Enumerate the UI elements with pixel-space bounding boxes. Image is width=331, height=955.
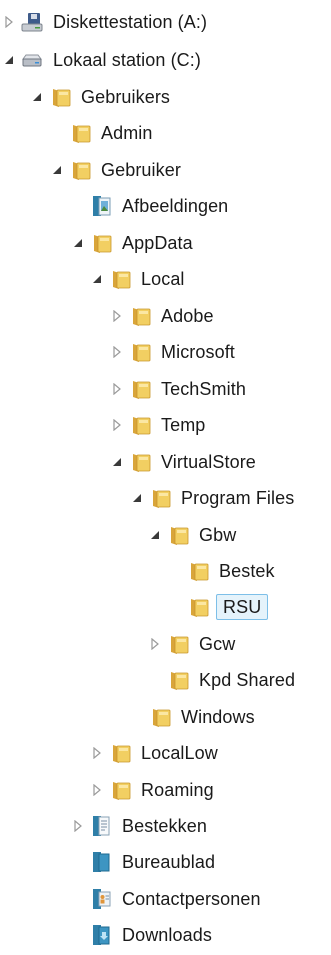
tree-item-gebruiker[interactable]: Gebruiker bbox=[50, 154, 184, 186]
contacts-library-icon bbox=[89, 887, 113, 911]
expand-arrow-icon[interactable] bbox=[90, 746, 104, 760]
collapse-arrow-icon[interactable] bbox=[2, 53, 16, 67]
tree-item-downloads[interactable]: Downloads bbox=[71, 919, 215, 951]
tree-item-label: Bestek bbox=[219, 561, 275, 581]
tree-item-lokaal-station[interactable]: Lokaal station (C:) bbox=[2, 44, 204, 76]
tree-item-locallow[interactable]: LocalLow bbox=[90, 737, 221, 769]
tree-item-diskettestation[interactable]: Diskettestation (A:) bbox=[2, 6, 210, 38]
tree-item-techsmith[interactable]: TechSmith bbox=[110, 373, 249, 405]
downloads-library-icon bbox=[89, 923, 113, 947]
folder-icon bbox=[186, 559, 210, 583]
tree-item-gbw[interactable]: Gbw bbox=[148, 519, 239, 551]
folder-icon bbox=[166, 668, 190, 692]
folder-icon bbox=[108, 741, 132, 765]
expand-arrow-icon[interactable] bbox=[2, 15, 16, 29]
tree-item-label: Downloads bbox=[122, 925, 212, 945]
folder-icon bbox=[166, 632, 190, 656]
expand-arrow-icon[interactable] bbox=[110, 345, 124, 359]
tree-item-label: Local bbox=[141, 269, 185, 289]
tree-item-label: TechSmith bbox=[161, 379, 246, 399]
tree-item-windows[interactable]: Windows bbox=[130, 701, 258, 733]
folder-icon bbox=[108, 778, 132, 802]
tree-item-label: VirtualStore bbox=[161, 452, 256, 472]
folder-icon bbox=[108, 267, 132, 291]
folder-icon bbox=[128, 377, 152, 401]
collapse-arrow-icon[interactable] bbox=[71, 236, 85, 250]
folder-icon bbox=[48, 85, 72, 109]
tree-item-label: Afbeeldingen bbox=[122, 196, 229, 216]
collapse-arrow-icon[interactable] bbox=[30, 90, 44, 104]
tree-item-label: Gbw bbox=[199, 525, 237, 545]
hard-drive-icon bbox=[20, 48, 44, 72]
folder-icon bbox=[128, 450, 152, 474]
collapse-arrow-icon[interactable] bbox=[110, 455, 124, 469]
tree-item-appdata[interactable]: AppData bbox=[71, 227, 196, 259]
tree-item-adobe[interactable]: Adobe bbox=[110, 300, 217, 332]
tree-item-label: Program Files bbox=[181, 488, 295, 508]
tree-item-label: Roaming bbox=[141, 780, 214, 800]
tree-item-label: Temp bbox=[161, 415, 206, 435]
collapse-arrow-icon[interactable] bbox=[90, 272, 104, 286]
tree-item-bureaublad[interactable]: Bureaublad bbox=[71, 846, 218, 878]
expand-arrow-icon[interactable] bbox=[148, 637, 162, 651]
tree-item-local[interactable]: Local bbox=[90, 263, 188, 295]
tree-item-admin[interactable]: Admin bbox=[50, 117, 156, 149]
tree-item-gebruikers[interactable]: Gebruikers bbox=[30, 81, 173, 113]
pictures-library-icon bbox=[89, 194, 113, 218]
folder-icon bbox=[166, 523, 190, 547]
folder-icon bbox=[89, 231, 113, 255]
tree-item-microsoft[interactable]: Microsoft bbox=[110, 336, 238, 368]
folder-icon bbox=[68, 158, 92, 182]
tree-item-kpd-shared[interactable]: Kpd Shared bbox=[148, 664, 298, 696]
tree-item-contactpersonen[interactable]: Contactpersonen bbox=[71, 883, 264, 915]
tree-item-label: AppData bbox=[122, 233, 193, 253]
folder-icon bbox=[128, 413, 152, 437]
tree-item-label: Kpd Shared bbox=[199, 670, 296, 690]
tree-item-gcw[interactable]: Gcw bbox=[148, 628, 238, 660]
tree-item-label: Bestekken bbox=[122, 816, 207, 836]
tree-item-label: LocalLow bbox=[141, 743, 218, 763]
tree-item-afbeeldingen[interactable]: Afbeeldingen bbox=[71, 190, 231, 222]
tree-item-label: Gebruiker bbox=[101, 160, 181, 180]
tree-item-label: Gcw bbox=[199, 634, 236, 654]
tree-item-label: Windows bbox=[181, 707, 255, 727]
expand-arrow-icon[interactable] bbox=[71, 819, 85, 833]
tree-item-bestekken[interactable]: Bestekken bbox=[71, 810, 210, 842]
tree-item-label: Microsoft bbox=[161, 342, 235, 362]
expand-arrow-icon[interactable] bbox=[110, 418, 124, 432]
folder-icon bbox=[128, 340, 152, 364]
expand-arrow-icon[interactable] bbox=[90, 783, 104, 797]
floppy-drive-icon bbox=[20, 10, 44, 34]
expand-arrow-icon[interactable] bbox=[110, 309, 124, 323]
tree-item-label: RSU bbox=[216, 594, 269, 620]
tree-item-label: Adobe bbox=[161, 306, 214, 326]
tree-item-label: Diskettestation (A:) bbox=[53, 12, 208, 32]
collapse-arrow-icon[interactable] bbox=[148, 528, 162, 542]
folder-icon bbox=[186, 595, 210, 619]
desktop-library-icon bbox=[89, 850, 113, 874]
tree-item-label: Lokaal station (C:) bbox=[53, 50, 201, 70]
folder-icon bbox=[148, 486, 172, 510]
tree-item-temp[interactable]: Temp bbox=[110, 409, 208, 441]
tree-item-bestek[interactable]: Bestek bbox=[168, 555, 278, 587]
tree-item-rsu[interactable]: RSU bbox=[168, 591, 269, 623]
tree-item-roaming[interactable]: Roaming bbox=[90, 774, 217, 806]
collapse-arrow-icon[interactable] bbox=[130, 491, 144, 505]
tree-item-virtualstore[interactable]: VirtualStore bbox=[110, 446, 259, 478]
tree-item-program-files[interactable]: Program Files bbox=[130, 482, 297, 514]
documents-library-icon bbox=[89, 814, 113, 838]
collapse-arrow-icon[interactable] bbox=[50, 163, 64, 177]
expand-arrow-icon[interactable] bbox=[110, 382, 124, 396]
tree-item-label: Admin bbox=[101, 123, 153, 143]
tree-item-label: Bureaublad bbox=[122, 852, 216, 872]
tree-item-label: Gebruikers bbox=[81, 87, 171, 107]
folder-tree: Diskettestation (A:) Lokaal station (C:)… bbox=[0, 0, 331, 955]
folder-icon bbox=[148, 705, 172, 729]
folder-icon bbox=[68, 121, 92, 145]
folder-icon bbox=[128, 304, 152, 328]
tree-item-label: Contactpersonen bbox=[122, 889, 261, 909]
